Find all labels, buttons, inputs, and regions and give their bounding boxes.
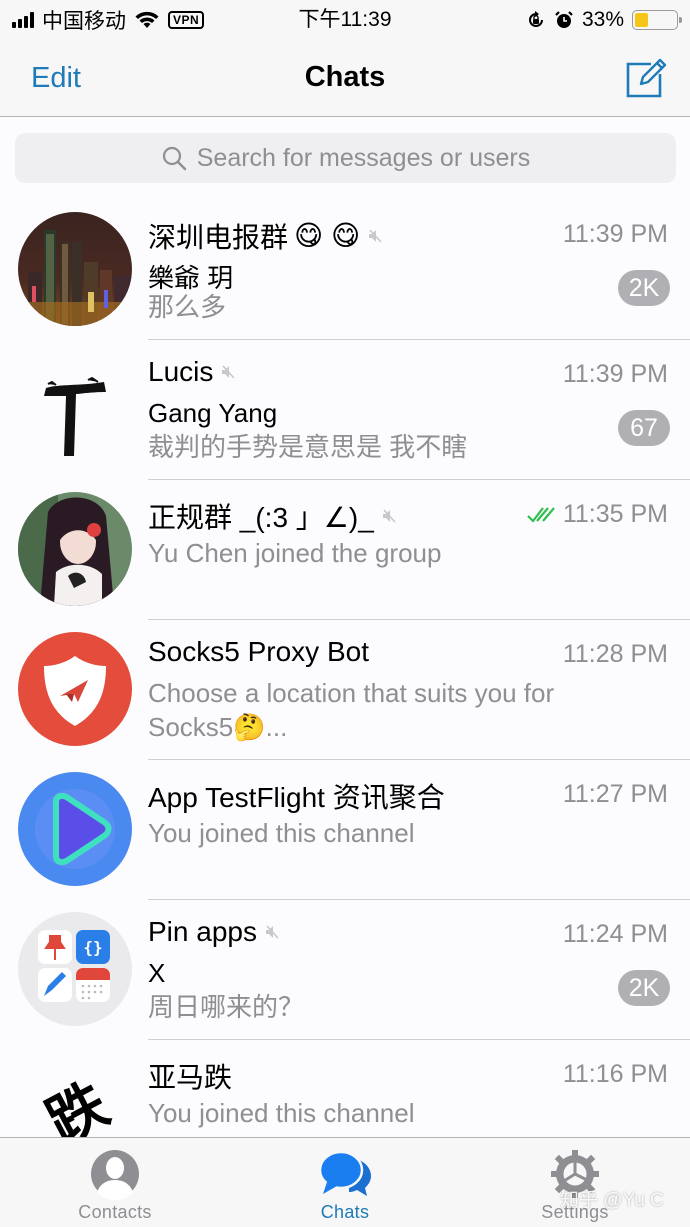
chat-row-pin-apps[interactable]: {} Pin apps 11:24 PM X 周日哪来的？ 2K [0,900,690,1040]
unread-badge: 67 [618,410,670,446]
chat-time: 11:27 PM [562,780,668,808]
chat-time: 11:16 PM [562,1060,668,1088]
anime-avatar-icon [18,492,132,606]
tab-label: Chats [320,1202,370,1222]
tab-contacts[interactable]: Contacts [0,1138,230,1227]
shield-plane-avatar-icon [44,656,106,726]
status-bar: 中国移动 VPN 下午11:39 33% [0,0,690,40]
chat-name: 正规群 _(:3 」∠)_ [148,502,374,533]
chat-row-yamadie[interactable]: 跌 亚马跌 11:16 PM You joined this channel [0,1040,690,1137]
wifi-icon [135,11,159,28]
chats-icon [318,1150,371,1196]
chat-title: 亚马跌 [148,1056,232,1096]
avatar [18,352,132,466]
tab-chats[interactable]: Chats [230,1138,460,1227]
contacts-icon [91,1150,139,1200]
chat-sender: Gang Yang [148,398,278,428]
chat-title: App TestFlight 资讯聚合 [148,776,445,816]
tab-bar: Contacts Chats Settings [0,1137,690,1227]
avatar [18,212,132,326]
battery-icon [632,10,682,30]
muted-icon [265,925,279,939]
play-avatar-icon [35,789,115,869]
battery-level [635,13,649,27]
chat-name: Socks5 Proxy Bot [148,636,369,667]
chat-time: 11:35 PM [562,500,668,528]
unread-badge: 2K [618,970,670,1006]
chat-preview: 裁判的手势是意思是 我不瞎 [148,432,468,462]
carrier-name: 中国移动 [42,10,126,33]
title-emojis: 😋 😋 [294,220,361,251]
page-title: Chats [304,61,386,93]
chat-time: 11:39 PM [562,220,668,248]
muted-icon [382,509,396,523]
chat-name: Lucis [148,356,214,387]
chat-name: 亚马跌 [148,1062,233,1093]
compose-icon[interactable] [624,56,668,100]
chat-preview-line-2: Socks5🤔... [148,712,288,742]
chat-preview: You joined this channel [148,818,415,848]
chat-time: 11:24 PM [562,920,668,948]
battery-percent: 33% [581,8,624,31]
search-placeholder: Search for messages or users [196,143,531,172]
search-icon [162,146,186,171]
signal-icon [12,12,34,28]
avatar [18,772,132,886]
chat-title: 正规群 _(:3 」∠)_ [148,496,398,536]
tab-settings[interactable]: Settings [460,1138,690,1227]
character-avatar-icon: 跌 [35,1069,119,1137]
city-skyline-avatar-icon [18,212,132,326]
chat-title: Lucis [148,356,237,388]
chat-time-wrap: 11:35 PM [527,500,668,529]
chat-row-lucis[interactable]: Lucis 11:39 PM Gang Yang 裁判的手势是意思是 我不瞎 6… [0,340,690,480]
chat-name: Pin apps [148,916,257,947]
unread-badge: 2K [618,270,670,306]
chat-title: Socks5 Proxy Bot [148,636,369,668]
chat-preview: You joined this channel [148,1098,415,1128]
chat-preview: Yu Chen joined the group [148,538,442,568]
chat-row-socks5-bot[interactable]: Socks5 Proxy Bot 11:28 PM Choose a locat… [0,620,690,760]
chat-preview: 周日哪来的？ [148,992,305,1022]
edit-button[interactable]: Edit [31,62,81,95]
chat-row-app-testflight[interactable]: App TestFlight 资讯聚合 11:27 PM You joined … [0,760,690,900]
search-input[interactable]: Search for messages or users [15,133,676,183]
chat-time: 11:28 PM [562,640,668,668]
vpn-badge: VPN [168,11,205,29]
avatar: {} [18,912,132,1026]
chat-row-zhenggui-group[interactable]: 正规群 _(:3 」∠)_ 11:35 PM Yu Chen joined th… [0,480,690,620]
status-bar-right: 33% [526,0,682,40]
status-bar-left: 中国移动 VPN [12,0,205,40]
chat-title: Pin apps [148,916,281,948]
chat-name: App TestFlight 资讯聚合 [148,782,445,813]
double-check-icon [527,506,555,523]
chat-sender: X [148,958,166,988]
chat-preview: 那么多 [148,292,227,322]
letter-t-avatar-icon [44,376,106,456]
muted-icon [222,365,235,379]
avatar [18,492,132,606]
chat-list: 深圳电报群 😋 😋 11:39 PM 樂爺 玥 那么多 2K Lucis 11:… [0,200,690,1137]
search-area: Search for messages or users [0,118,690,200]
avatar: 跌 [18,1052,132,1137]
avatar [18,632,132,746]
navigation-bar: Edit Chats [0,40,690,117]
muted-icon [369,229,382,243]
chat-time: 11:39 PM [562,360,668,388]
chat-name: 深圳电报群 [148,222,289,253]
app-grid-avatar-icon: {} [38,930,110,1002]
chat-row-shenzhen-group[interactable]: 深圳电报群 😋 😋 11:39 PM 樂爺 玥 那么多 2K [0,200,690,340]
tab-label: Contacts [78,1202,152,1222]
tab-label: Settings [541,1202,609,1222]
svg-text:{}: {} [83,938,102,957]
orientation-lock-icon [529,11,543,27]
chat-preview-line-1: Choose a location that suits you for [148,678,555,708]
alarm-icon [555,11,573,28]
chat-title: 深圳电报群 😋 😋 [148,216,384,256]
settings-icon [551,1150,599,1198]
